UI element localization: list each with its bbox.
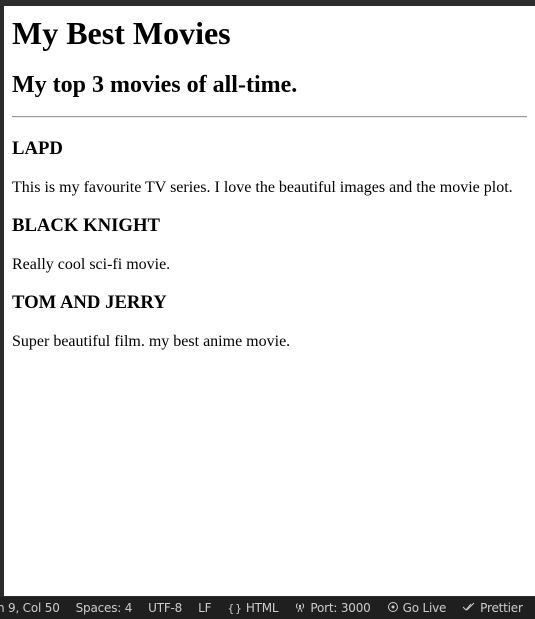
page-subtitle: My top 3 movies of all-time. [12,72,298,98]
go-live-button[interactable]: Go Live [387,601,447,615]
braces-icon: { } [227,601,242,615]
file-encoding[interactable]: UTF-8 [148,601,182,615]
movie-title: LAPD [12,138,63,159]
indentation-setting[interactable]: Spaces: 4 [76,601,133,615]
port-indicator[interactable]: Port: 3000 [294,601,371,615]
port-label: Port: 3000 [310,601,371,615]
prettier-label: Prettier [480,601,523,615]
broadcast-icon [294,601,306,615]
prettier-status[interactable]: Prettier [462,601,523,615]
movie-description: This is my favourite TV series. I love t… [12,179,513,196]
go-live-label: Go Live [402,601,447,615]
page-title: My Best Movies [12,15,231,51]
language-mode-label: HTML [245,601,279,615]
double-check-icon [462,602,476,614]
movie-description: Really cool sci-fi movie. [12,256,171,273]
horizontal-rule [12,116,527,118]
movie-entry: LAPD This is my favourite TV series. I l… [12,138,527,197]
go-live-icon [387,601,399,615]
cursor-position[interactable]: n 9, Col 50 [0,601,60,615]
movie-description: Super beautiful film. my best anime movi… [12,333,291,350]
movie-title: BLACK KNIGHT [12,215,160,236]
live-preview-pane: My Best Movies My top 3 movies of all-ti… [4,6,535,596]
status-bar: n 9, Col 50 Spaces: 4 UTF-8 LF { } HTML … [0,596,535,619]
editor-window: My Best Movies My top 3 movies of all-ti… [0,0,535,619]
movie-entry: TOM AND JERRY Super beautiful film. my b… [12,292,527,351]
line-ending[interactable]: LF [198,601,211,615]
movie-title: TOM AND JERRY [12,292,167,313]
movie-entry: BLACK KNIGHT Really cool sci-fi movie. [12,215,527,274]
language-mode[interactable]: { } HTML [227,601,278,615]
